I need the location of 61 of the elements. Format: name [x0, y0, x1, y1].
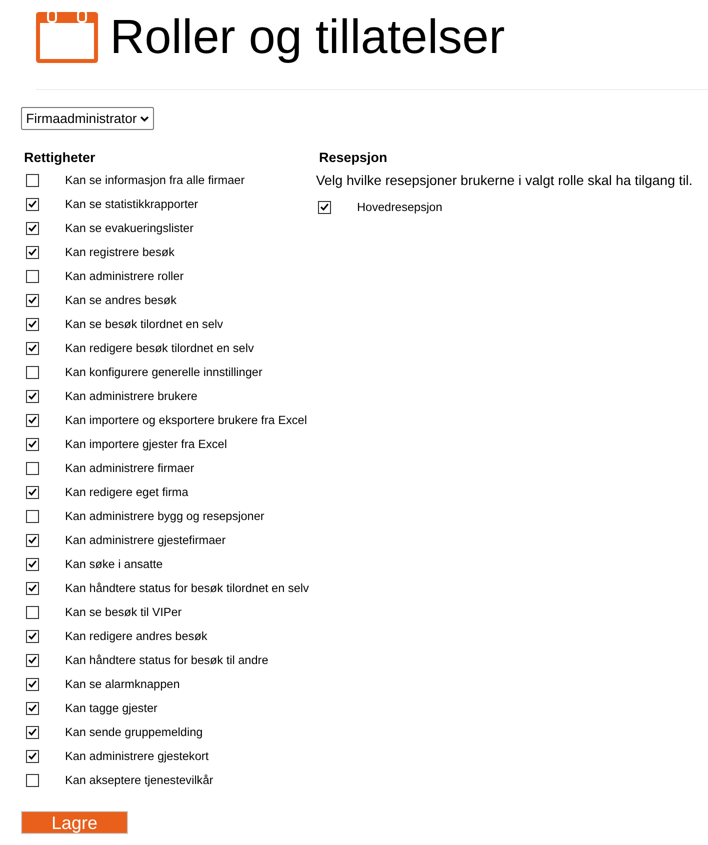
checkbox[interactable] [318, 200, 331, 214]
checkbox[interactable] [26, 510, 39, 522]
page-title: Roller og tillatelser [110, 11, 505, 65]
permission-label: Kan administrere bygg og resepsjoner [65, 509, 264, 523]
permission-label: Kan administrere roller [65, 269, 184, 283]
checkbox[interactable] [26, 678, 39, 690]
checkbox[interactable] [26, 726, 39, 738]
checkbox[interactable] [26, 534, 39, 546]
checkbox[interactable] [26, 366, 39, 378]
permission-label: Kan administrere firmaer [65, 461, 194, 475]
permission-label: Kan registrere besøk [65, 245, 174, 259]
checkbox[interactable] [26, 222, 39, 234]
checkbox[interactable] [26, 582, 39, 594]
permission-label: Kan håndtere status for besøk til andre [65, 653, 268, 667]
permission-label: Kan akseptere tjenestevilkår [65, 773, 214, 787]
checkbox[interactable] [26, 198, 39, 210]
permission-label: Kan se besøk tilordnet en selv [65, 317, 224, 331]
checkbox[interactable] [26, 774, 39, 786]
permission-label: Kan importere gjester fra Excel [65, 437, 227, 451]
permission-label: Kan konfigurere generelle innstillinger [65, 365, 262, 379]
checkbox[interactable] [26, 486, 39, 498]
checkbox[interactable] [26, 630, 39, 642]
permission-label: Kan sende gruppemelding [65, 725, 203, 739]
reception-label: Hovedresepsjon [357, 200, 442, 214]
checkbox[interactable] [26, 558, 39, 570]
permission-label: Kan se statistikkrapporter [65, 197, 198, 211]
permission-label: Kan redigere eget firma [65, 485, 188, 499]
checkbox[interactable] [26, 462, 39, 474]
checkbox[interactable] [26, 270, 39, 282]
permission-label: Kan importere og eksportere brukere fra Excel [65, 413, 307, 427]
permission-label: Kan redigere besøk tilordnet en selv [65, 341, 254, 355]
permission-label: Kan se andres besøk [65, 293, 176, 307]
checkbox[interactable] [26, 246, 39, 258]
role-dropdown[interactable]: Firmaadministrator [21, 107, 154, 130]
checkbox[interactable] [26, 654, 39, 666]
permission-label: Kan håndtere status for besøk tilordnet en selv [65, 581, 309, 595]
permission-label: Kan redigere andres besøk [65, 629, 208, 643]
checkbox[interactable] [26, 174, 39, 186]
checkbox[interactable] [26, 750, 39, 762]
checkbox[interactable] [26, 606, 39, 618]
permission-label: Kan se alarmknappen [65, 677, 180, 691]
checkbox[interactable] [26, 438, 39, 450]
section-heading: Resepsjon [318, 149, 388, 167]
permission-label: Kan administrere gjestefirmaer [65, 533, 226, 547]
caret-icon [140, 116, 149, 122]
permission-label: Kan se besøk til VIPer [65, 605, 182, 619]
checkbox[interactable] [26, 702, 39, 714]
permission-label: Kan se evakueringslister [65, 221, 194, 235]
checkbox[interactable] [26, 294, 39, 306]
permission-label: Kan administrere gjestekort [65, 749, 209, 763]
checkbox[interactable] [26, 318, 39, 330]
checkbox[interactable] [26, 414, 39, 426]
section-heading: Rettigheter [23, 149, 96, 167]
checkbox[interactable] [26, 342, 39, 354]
permission-label: Kan se informasjon fra alle firmaer [65, 173, 245, 187]
permission-label: Kan tagge gjester [65, 701, 158, 715]
permission-label: Kan administrere brukere [65, 389, 198, 403]
section-description: Velg hvilke resepsjoner brukerne i valgt rolle skal ha tilgang til. [316, 172, 694, 190]
permission-label: Kan søke i ansatte [65, 557, 163, 571]
calendar-icon [36, 10, 98, 63]
checkbox[interactable] [26, 390, 39, 402]
